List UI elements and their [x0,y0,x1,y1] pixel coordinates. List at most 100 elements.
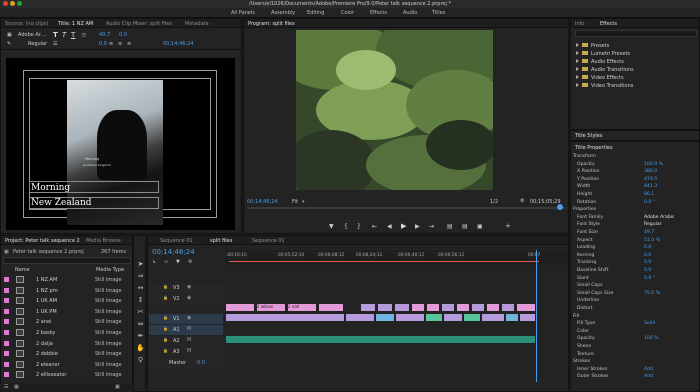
align-center-icon[interactable]: ≡ [118,41,122,47]
clip[interactable] [395,313,425,322]
property-value[interactable]: 0.0 [644,245,651,250]
icon-view-icon[interactable]: ▦ [14,384,19,390]
align-left-icon[interactable]: ≡ [109,41,113,47]
workspace-audio[interactable]: Audio [403,10,417,16]
track-select-tool-icon[interactable]: ⇒ [136,272,145,281]
hand-tool-icon[interactable]: ✋ [136,344,145,353]
label-color-chip[interactable] [4,351,9,357]
track-header[interactable]: V2 🔒 ◉ [149,294,223,304]
list-item[interactable]: 1 NZ pm Still Image [2,286,129,295]
clip[interactable] [318,303,344,312]
property-value[interactable]: Add [644,367,653,372]
add-marker-icon[interactable]: ▼ [176,259,180,265]
effects-folder-video-effects[interactable]: Video Effects [576,75,624,81]
project-search-input[interactable] [3,257,131,264]
property-value[interactable]: 75.0 % [644,291,660,296]
wrench-icon[interactable]: ⚙ [188,259,192,265]
clip[interactable] [225,303,255,312]
wrench-icon[interactable]: ⚙ [520,198,524,204]
list-item[interactable]: 2 basky Still Image [2,328,129,337]
marker-icon[interactable]: ▼ [329,223,334,230]
property-value[interactable]: 86.1 [644,192,654,197]
tab-title-properties[interactable]: Title Properties [575,145,613,151]
tab-project[interactable]: Project: Peter talk sequence 2 [5,238,80,244]
lock-icon[interactable]: 🔒 [163,295,168,300]
clip[interactable] [463,313,481,322]
export-frame-icon[interactable]: ▣ [477,223,483,230]
chevron-right-icon[interactable] [576,83,579,87]
property-value[interactable]: 100.0 % [644,162,663,167]
workspace-color[interactable]: Color [341,10,354,16]
property-value[interactable]: 0.0 [644,253,651,258]
program-scrubber[interactable] [247,207,565,209]
effects-folder-audio-transitions[interactable]: Audio Transitions [576,67,634,73]
tab-program[interactable]: Program: split files [248,21,295,27]
master-volume-value[interactable]: 0.0 [197,360,205,366]
property-value[interactable]: 0.0 [644,260,651,265]
property-value[interactable]: 49.7 [644,230,654,235]
work-area-bar[interactable] [229,261,539,262]
extract-icon[interactable]: ▤ [462,223,468,230]
mark-out-icon[interactable]: } [357,223,361,230]
tab-split-files[interactable]: split files [210,238,232,244]
effects-folder-lumetri[interactable]: Lumetri Presets [576,51,630,57]
title-line-1[interactable]: Morning [31,183,70,193]
snap-icon[interactable]: ↳ [152,259,156,265]
text-tool-icon[interactable]: T [53,31,58,39]
chevron-right-icon[interactable] [576,51,579,55]
play-icon[interactable]: ▶ [401,222,406,230]
lock-icon[interactable]: 🔒 [163,284,168,289]
clip[interactable] [505,313,519,322]
go-to-in-icon[interactable]: ⇤ [372,223,377,230]
list-item[interactable]: 2 dalja Still Image [2,339,129,348]
mute-icon[interactable]: M [187,337,191,343]
clip[interactable] [441,303,455,312]
playhead-handle[interactable] [557,204,563,210]
step-back-icon[interactable]: ◀ [387,223,392,230]
property-value[interactable]: Add [644,374,653,379]
audio-clip[interactable] [225,335,536,344]
list-item[interactable]: 1 UK AM Still Image [2,296,129,305]
clip[interactable] [375,313,395,322]
align-right-icon[interactable]: ≡ [127,41,131,47]
razor-tool-icon[interactable]: ✂ [136,308,145,317]
label-color-chip[interactable] [4,298,9,304]
timeline-timecode[interactable]: 00;14;46;24 [152,248,195,256]
chevron-right-icon[interactable] [576,43,579,47]
clip[interactable] [471,303,485,312]
tab-stops-icon[interactable]: ≡ [81,31,87,39]
track-header[interactable]: A3 🔒 M [149,347,223,357]
lock-icon[interactable]: 🔒 [163,348,168,353]
italic-icon[interactable]: T [62,31,66,39]
track-header[interactable]: V3 🔒 ◉ [149,283,223,293]
tab-audio-clip-mixer[interactable]: Audio Clip Mixer: split files [106,21,172,27]
label-color-chip[interactable] [4,319,9,325]
ripple-edit-tool-icon[interactable]: ↔ [136,284,145,293]
chevron-right-icon[interactable] [576,59,579,63]
eye-icon[interactable]: ◉ [187,284,191,290]
property-value[interactable]: 441.3 [644,184,657,189]
property-value[interactable]: Regular [644,222,662,227]
mute-icon[interactable]: M [187,326,191,332]
tab-info[interactable]: Info [575,21,584,27]
list-item[interactable]: 2 eleanor Still Image [2,360,129,369]
title-line-2[interactable]: New Zealand [31,198,92,208]
new-item-icon[interactable]: ▣ [115,384,120,390]
tab-effects[interactable]: Effects [600,21,617,27]
tab-title-styles[interactable]: Title Styles [575,133,602,139]
property-value[interactable]: 0.0 [644,268,651,273]
step-forward-icon[interactable]: ▶ [415,223,420,230]
list-item[interactable]: 2 debbie Still Image [2,349,129,358]
tab-metadata[interactable]: Metadata [185,21,209,27]
label-color-chip[interactable] [4,277,9,282]
lock-icon[interactable]: 🔒 [163,326,168,331]
clip[interactable] [345,313,375,322]
tab-source[interactable]: Source: (no clips) [5,21,48,27]
chevron-right-icon[interactable] [576,67,579,71]
column-media-type-header[interactable]: Media Type [96,267,124,273]
move-tool-icon[interactable]: ✎ [7,41,11,47]
column-name-header[interactable]: Name [15,267,30,273]
resolution-dropdown[interactable]: 1/2 [490,199,498,205]
label-color-chip[interactable] [4,330,9,335]
lift-icon[interactable]: ▤ [447,223,453,230]
